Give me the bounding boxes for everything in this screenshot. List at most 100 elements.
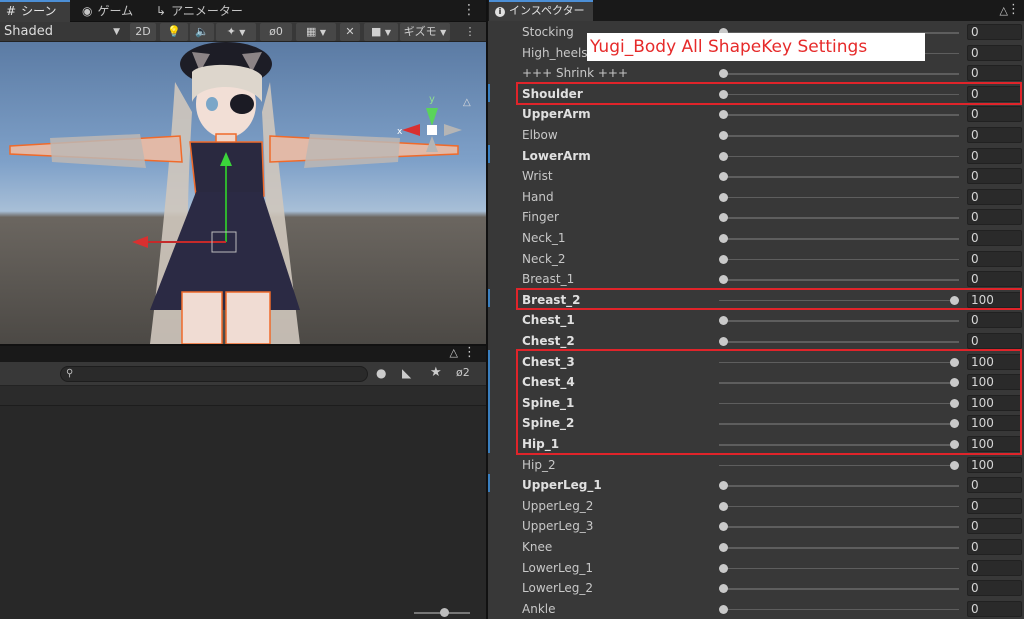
shapekey-value-field[interactable]: 0 <box>967 127 1022 143</box>
shapekey-value-field[interactable]: 0 <box>967 106 1022 123</box>
shapekey-slider-track[interactable] <box>719 547 959 549</box>
tab-animator[interactable]: ↳ アニメーター <box>150 0 249 22</box>
lighting-toggle-button[interactable]: 💡 <box>160 23 188 41</box>
effects-dropdown[interactable]: ✦ ▼ <box>216 23 256 41</box>
tab-scene[interactable]: # シーン <box>0 0 70 22</box>
shapekey-slider-thumb[interactable] <box>719 192 728 202</box>
shapekey-value-field[interactable]: 0 <box>967 477 1022 494</box>
shapekey-value-field[interactable]: 0 <box>967 24 1022 40</box>
shapekey-slider-thumb[interactable] <box>719 110 728 120</box>
shapekey-slider-thumb[interactable] <box>719 69 728 79</box>
shapekey-slider-track[interactable] <box>719 341 959 343</box>
toggle-2d-button[interactable]: 2D <box>130 23 156 41</box>
shapekey-slider-track[interactable] <box>719 217 959 219</box>
shapekey-slider-thumb[interactable] <box>719 131 728 140</box>
shapekey-slider-thumb[interactable] <box>719 234 728 243</box>
hidden-objects-toggle[interactable]: ø0 <box>260 23 292 41</box>
gizmos-dropdown[interactable]: ギズモ ▼ <box>400 23 450 41</box>
shapekey-slider-track[interactable] <box>719 176 959 178</box>
shading-mode-label: Shaded <box>4 24 53 39</box>
shapekey-value-field[interactable]: 0 <box>967 518 1022 535</box>
tab-inspector[interactable]: i インスペクター <box>489 0 593 21</box>
shapekey-slider-track[interactable] <box>719 196 959 199</box>
shapekey-value-field[interactable]: 0 <box>967 580 1022 597</box>
kebab-menu-icon[interactable]: ⋮ <box>463 345 476 360</box>
shapekey-label: UpperLeg_1 <box>522 478 602 493</box>
shapekey-value-field[interactable]: 0 <box>967 539 1022 555</box>
shapekey-slider-thumb[interactable] <box>719 604 728 614</box>
favorite-star-icon[interactable]: ★ <box>430 365 442 380</box>
shapekey-slider-track[interactable] <box>719 114 959 116</box>
highlight-box <box>516 288 1022 310</box>
effects-icon: ✦ <box>226 25 236 38</box>
shapekey-slider-track[interactable] <box>719 608 959 611</box>
shapekey-row: UpperLeg_2 0 <box>488 496 1024 517</box>
shapekey-value-field[interactable]: 0 <box>967 559 1022 576</box>
shapekey-slider-thumb[interactable] <box>719 337 728 346</box>
shapekey-value-field[interactable]: 0 <box>967 65 1022 82</box>
camera-dropdown[interactable]: ■ ▼ <box>364 23 398 41</box>
shapekey-value-field[interactable]: 0 <box>967 333 1022 349</box>
zoom-slider[interactable] <box>414 608 470 617</box>
shapekey-label: Hip_2 <box>522 457 556 472</box>
tools-button[interactable]: ✕ <box>340 23 360 41</box>
shapekey-value-field[interactable]: 0 <box>967 168 1022 185</box>
shapekey-value-field[interactable]: 0 <box>967 250 1022 267</box>
shapekey-value-field[interactable]: 0 <box>967 188 1022 205</box>
scene-toolbar-menu-icon[interactable]: ⋮ <box>462 23 478 41</box>
shapekey-slider-track[interactable] <box>719 279 959 281</box>
shapekey-value-field[interactable]: 100 <box>967 456 1022 473</box>
kebab-menu-icon[interactable]: ⋮ <box>462 2 476 18</box>
shapekey-value-field[interactable]: 0 <box>967 312 1022 329</box>
orientation-gizmo[interactable]: y x <box>392 90 472 170</box>
shapekey-value-field[interactable]: 0 <box>967 44 1022 61</box>
tab-game[interactable]: ◉ ゲーム <box>76 0 139 22</box>
shapekey-slider-thumb[interactable] <box>719 563 728 573</box>
grid-snap-dropdown[interactable]: ▦ ▼ <box>296 23 336 41</box>
shapekey-row: Chest_1 0 <box>488 310 1024 331</box>
shapekey-slider-track[interactable] <box>719 320 959 322</box>
shapekey-slider-thumb[interactable] <box>719 254 728 264</box>
scene-viewport[interactable]: △ y x <box>0 42 486 344</box>
label-tag-icon[interactable]: ◣ <box>402 366 411 380</box>
shapekey-slider-track[interactable] <box>719 258 959 261</box>
shapekey-slider-thumb[interactable] <box>719 543 728 552</box>
shapekey-slider-track[interactable] <box>719 73 959 75</box>
shapekey-slider-thumb[interactable] <box>719 151 728 161</box>
shapekey-slider-thumb[interactable] <box>719 172 728 182</box>
shapekey-slider-thumb[interactable] <box>719 501 728 511</box>
shapekey-value-field[interactable]: 0 <box>967 600 1022 617</box>
shapekey-slider-thumb[interactable] <box>950 460 959 470</box>
shapekey-value-field[interactable]: 0 <box>967 209 1022 226</box>
shapekey-slider-thumb[interactable] <box>719 213 728 223</box>
shapekey-slider-track[interactable] <box>719 238 959 240</box>
shading-mode-dropdown[interactable]: Shaded ▼ <box>0 22 126 42</box>
shapekey-slider-track[interactable] <box>719 526 959 528</box>
shapekey-value-field[interactable]: 0 <box>967 497 1022 514</box>
scene-tabbar: # シーン ◉ ゲーム ↳ アニメーター ⋮ <box>0 0 486 22</box>
shapekey-slider-thumb[interactable] <box>719 316 728 326</box>
shapekey-slider-track[interactable] <box>719 155 959 158</box>
shapekey-value-field[interactable]: 0 <box>967 230 1022 246</box>
kebab-menu-icon[interactable]: ⋮ <box>1007 2 1020 17</box>
shapekey-slider-thumb[interactable] <box>719 584 728 594</box>
shapekey-slider-track[interactable] <box>719 464 959 467</box>
shapekey-row: Hip_2 100 <box>488 455 1024 476</box>
audio-toggle-button[interactable]: 🔈 <box>190 23 214 41</box>
shapekey-slider-track[interactable] <box>719 588 959 590</box>
shapekey-value-field[interactable]: 0 <box>967 147 1022 164</box>
shapekey-slider-thumb[interactable] <box>719 481 728 491</box>
shapekey-slider-track[interactable] <box>719 485 959 487</box>
chevron-down-icon: ▼ <box>319 28 327 37</box>
shapekey-value-field[interactable]: 0 <box>967 271 1022 288</box>
filter-by-type-icon[interactable]: ● <box>376 366 386 380</box>
shapekey-slider-track[interactable] <box>719 135 959 137</box>
hierarchy-row[interactable] <box>0 386 486 406</box>
shapekey-slider-track[interactable] <box>719 505 959 508</box>
lock-icon[interactable]: △ <box>450 346 458 359</box>
shapekey-slider-thumb[interactable] <box>719 522 728 532</box>
shapekey-slider-track[interactable] <box>719 567 959 570</box>
search-input[interactable]: ⚲ <box>60 366 368 382</box>
visibility-toggle[interactable]: ø2 <box>456 366 470 379</box>
shapekey-slider-thumb[interactable] <box>719 275 728 285</box>
